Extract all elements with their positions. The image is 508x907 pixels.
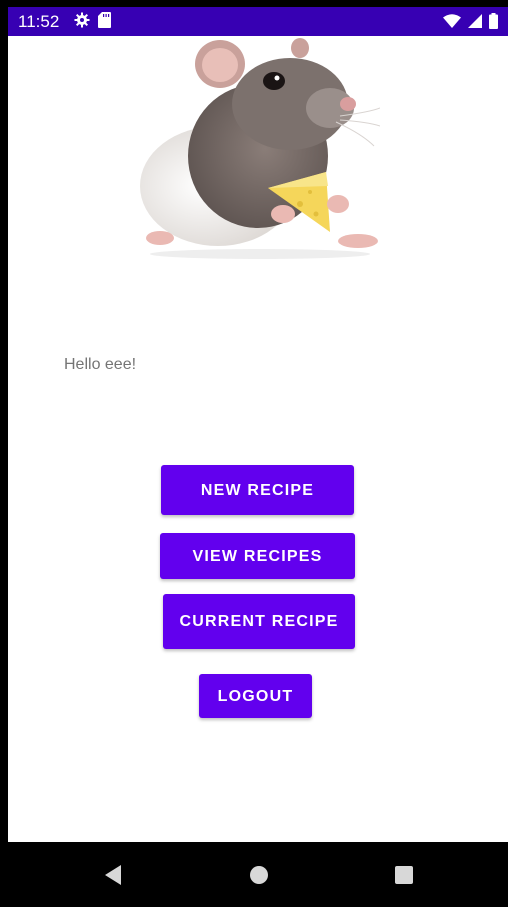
logout-button[interactable]: LOGOUT: [199, 674, 312, 718]
view-recipes-button[interactable]: VIEW RECIPES: [160, 533, 355, 579]
device-frame: 11:52 Hello eee! NEW RECIPE VIEW RECIPES…: [0, 0, 508, 907]
battery-icon: [489, 13, 498, 34]
sd-card-icon: [98, 12, 111, 33]
new-recipe-button[interactable]: NEW RECIPE: [161, 465, 354, 515]
settings-gear-icon: [74, 12, 90, 33]
app-screen: Hello eee! NEW RECIPE VIEW RECIPES CURRE…: [8, 36, 508, 842]
back-triangle-icon[interactable]: [98, 860, 128, 890]
status-left-icons: [74, 12, 111, 33]
cell-signal-icon: [468, 14, 482, 33]
recents-square-icon[interactable]: [389, 860, 419, 890]
status-bar: 11:52: [8, 7, 508, 36]
current-recipe-button[interactable]: CURRENT RECIPE: [163, 594, 355, 649]
rat-holding-cheese-image: [140, 36, 381, 260]
greeting-text: Hello eee!: [64, 356, 137, 373]
status-right-icons: [443, 13, 498, 34]
navigation-bar: [0, 842, 508, 907]
wifi-icon: [443, 14, 461, 33]
status-time: 11:52: [18, 12, 60, 31]
home-circle-icon[interactable]: [244, 860, 274, 890]
